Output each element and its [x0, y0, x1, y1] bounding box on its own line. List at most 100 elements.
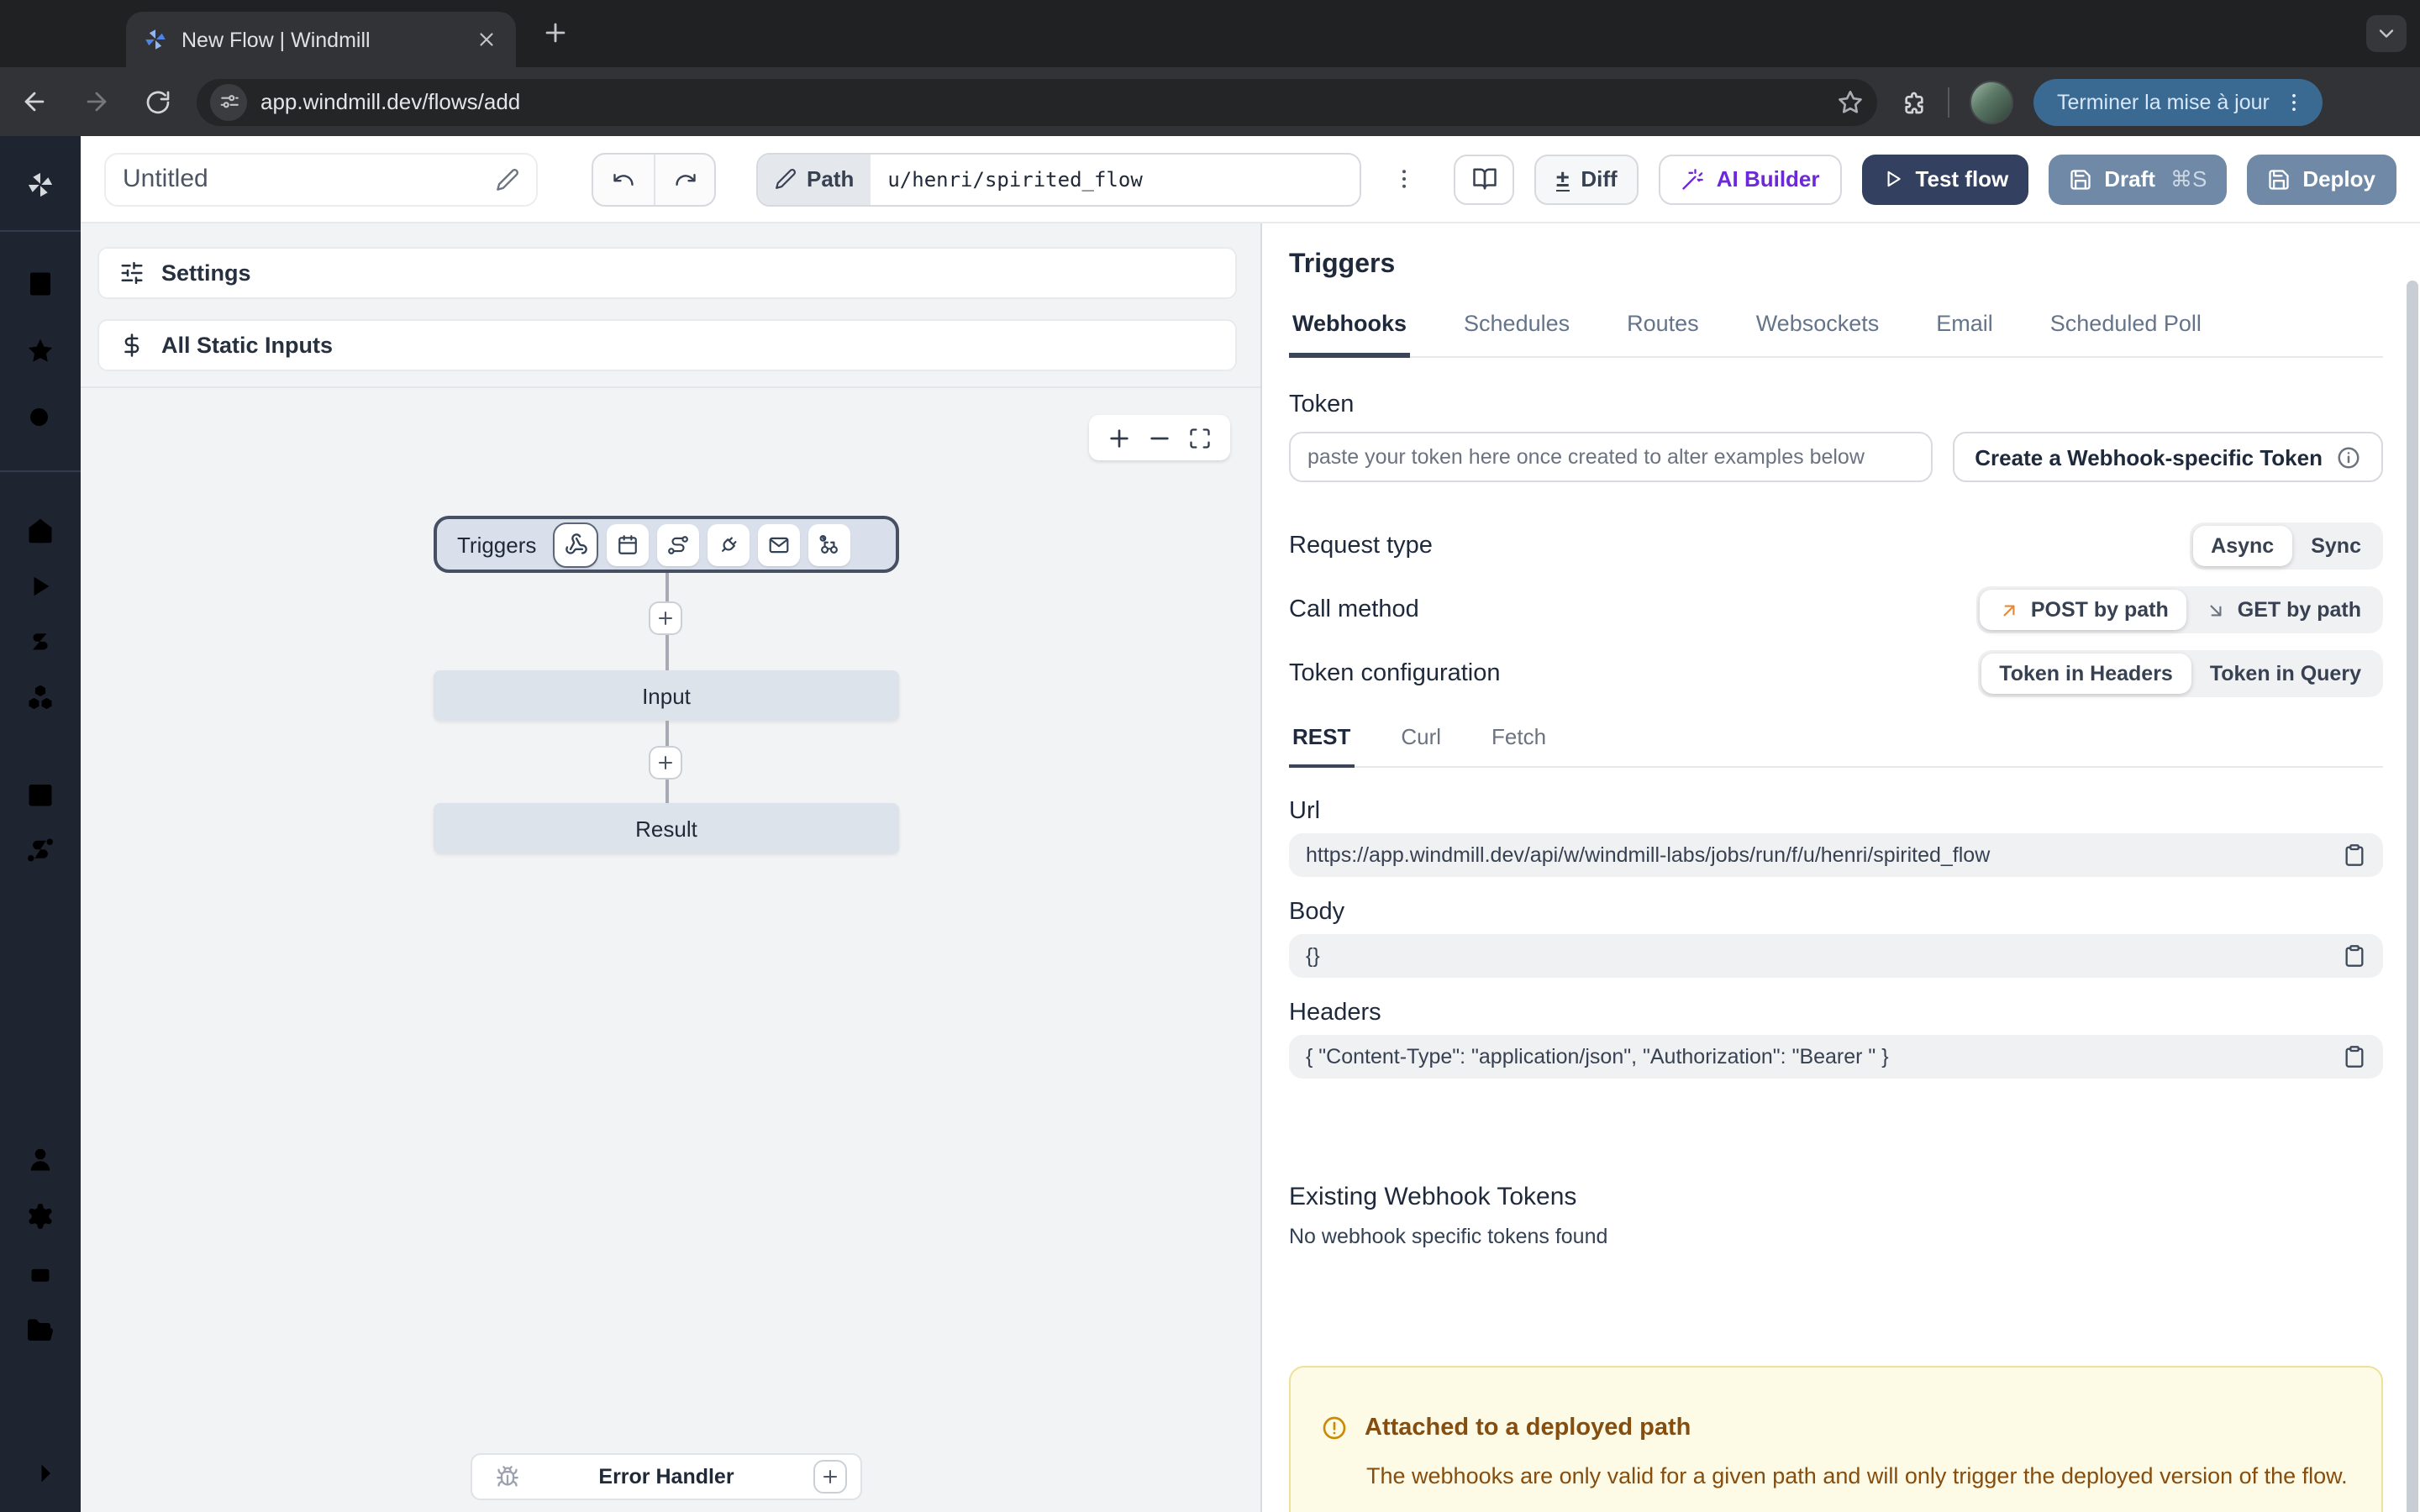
email-trigger-icon[interactable] [758, 523, 800, 565]
back-icon[interactable] [5, 76, 62, 127]
reload-icon[interactable] [129, 76, 187, 127]
sidebar-item-audit-logs[interactable] [25, 1373, 55, 1403]
url-text[interactable]: app.windmill.dev/flows/add [260, 89, 1823, 114]
tab-routes[interactable]: Routes [1623, 311, 1702, 356]
ai-builder-label: AI Builder [1717, 166, 1820, 192]
sidebar-item-favorites[interactable] [25, 336, 55, 366]
draft-button[interactable]: Draft ⌘S [2049, 154, 2227, 204]
tab-close-icon[interactable] [472, 26, 499, 53]
tab-search-chevron-icon[interactable] [2366, 15, 2407, 52]
redo-button[interactable] [654, 154, 714, 204]
browser-update-button[interactable]: Terminer la mise à jour [2033, 78, 2323, 125]
copy-headers-clipboard-icon[interactable] [2343, 1045, 2366, 1068]
extensions-puzzle-icon[interactable] [1901, 88, 1928, 115]
tab-curl[interactable]: Curl [1397, 724, 1444, 766]
deploy-button[interactable]: Deploy [2247, 154, 2396, 204]
tab-schedules[interactable]: Schedules [1460, 311, 1573, 356]
bookmark-star-icon[interactable] [1837, 88, 1864, 115]
all-static-inputs-bar[interactable]: All Static Inputs [97, 319, 1237, 371]
tab-email[interactable]: Email [1933, 311, 1996, 356]
test-flow-button[interactable]: Test flow [1862, 154, 2029, 204]
error-handler-node[interactable]: Error Handler [471, 1453, 862, 1500]
input-node-label: Input [642, 683, 691, 708]
sidebar-item-home[interactable] [25, 516, 55, 546]
sidebar-item-add[interactable] [25, 890, 55, 921]
token-input[interactable] [1289, 432, 1933, 482]
url-label: Url [1289, 798, 2383, 825]
sliders-icon [119, 260, 145, 286]
sidebar-item-folders[interactable] [25, 1315, 55, 1346]
tab-fetch[interactable]: Fetch [1488, 724, 1549, 766]
add-step-button[interactable] [649, 746, 682, 780]
windmill-logo-icon[interactable] [25, 170, 55, 200]
triggers-node[interactable]: Triggers [434, 516, 899, 573]
sidebar-item-workspace[interactable] [25, 269, 55, 299]
post-by-path-option[interactable]: POST by path [1981, 590, 2187, 630]
sidebar-collapse-arrow-icon[interactable] [25, 1458, 55, 1488]
sidebar-item-variables[interactable] [25, 627, 55, 657]
result-node[interactable]: Result [434, 803, 899, 853]
create-webhook-token-button[interactable]: Create a Webhook-specific Token [1953, 432, 2383, 482]
edit-name-pencil-icon[interactable] [496, 167, 519, 191]
tab-rest[interactable]: REST [1289, 724, 1354, 768]
ai-builder-button[interactable]: AI Builder [1660, 154, 1842, 204]
sidebar-item-schedules[interactable] [25, 780, 55, 810]
zoom-in-button[interactable] [1099, 415, 1139, 460]
request-type-label: Request type [1289, 533, 1433, 559]
warning-title: Attached to a deployed path [1365, 1415, 1691, 1441]
new-tab-icon[interactable] [541, 18, 570, 47]
get-by-path-option[interactable]: GET by path [2187, 590, 2380, 630]
toolbar-divider [1948, 87, 1949, 117]
alert-circle-icon [1321, 1415, 1348, 1441]
sync-option[interactable]: Sync [2292, 526, 2380, 566]
sidebar-item-resources[interactable] [25, 682, 55, 712]
more-options-kebab-icon[interactable] [1392, 166, 1417, 192]
sidebar-item-search[interactable] [25, 403, 55, 433]
schedule-trigger-icon[interactable] [607, 523, 649, 565]
existing-webhook-tokens-title: Existing Webhook Tokens [1289, 1183, 2383, 1211]
scheduled-poll-trigger-icon[interactable] [808, 523, 850, 565]
trigger-type-chips [553, 522, 850, 567]
websocket-trigger-icon[interactable] [708, 523, 750, 565]
copy-url-clipboard-icon[interactable] [2343, 843, 2366, 867]
tab-websockets[interactable]: Websockets [1753, 311, 1883, 356]
sidebar [0, 136, 81, 1512]
fit-view-button[interactable] [1180, 415, 1220, 460]
site-info-icon[interactable] [210, 83, 247, 120]
token-label: Token [1289, 391, 2383, 418]
add-step-button[interactable] [649, 601, 682, 635]
input-node[interactable]: Input [434, 670, 899, 721]
scrollbar-thumb[interactable] [2407, 281, 2418, 1512]
trigger-tabs: Webhooks Schedules Routes Websockets Ema… [1289, 311, 2383, 358]
sidebar-item-settings[interactable] [25, 1201, 55, 1231]
save-icon [2069, 167, 2092, 191]
zoom-out-button[interactable] [1139, 415, 1180, 460]
tab-webhooks[interactable]: Webhooks [1289, 311, 1410, 358]
path-input[interactable] [871, 154, 1360, 204]
profile-avatar[interactable] [1970, 80, 2013, 123]
panel-scrollbar[interactable] [2407, 247, 2418, 1512]
tab-scheduled-poll[interactable]: Scheduled Poll [2047, 311, 2205, 356]
docs-book-button[interactable] [1454, 154, 1514, 204]
flow-name-box[interactable]: Untitled [104, 152, 538, 206]
sidebar-item-runs[interactable] [25, 571, 55, 601]
bug-icon [496, 1465, 519, 1488]
token-in-headers-option[interactable]: Token in Headers [1981, 654, 2191, 694]
copy-body-clipboard-icon[interactable] [2343, 944, 2366, 968]
sidebar-item-account[interactable] [25, 1144, 55, 1174]
browser-tab[interactable]: New Flow | Windmill [126, 12, 516, 67]
diff-button[interactable]: ± Diff [1534, 154, 1639, 204]
sidebar-item-routes[interactable] [25, 835, 55, 865]
settings-bar[interactable]: Settings [97, 247, 1237, 299]
async-option[interactable]: Async [2192, 526, 2292, 566]
token-in-query-option[interactable]: Token in Query [2191, 654, 2380, 694]
url-bar[interactable]: app.windmill.dev/flows/add [197, 78, 1877, 125]
route-trigger-icon[interactable] [657, 523, 699, 565]
add-error-handler-button[interactable] [813, 1460, 847, 1494]
forward-icon[interactable] [67, 76, 124, 127]
sidebar-item-workers[interactable] [25, 1258, 55, 1289]
webhook-trigger-icon[interactable] [553, 522, 598, 567]
arrow-up-right-icon [1999, 599, 2021, 621]
browser-menu-kebab-icon[interactable] [2283, 90, 2307, 113]
undo-button[interactable] [593, 154, 654, 204]
